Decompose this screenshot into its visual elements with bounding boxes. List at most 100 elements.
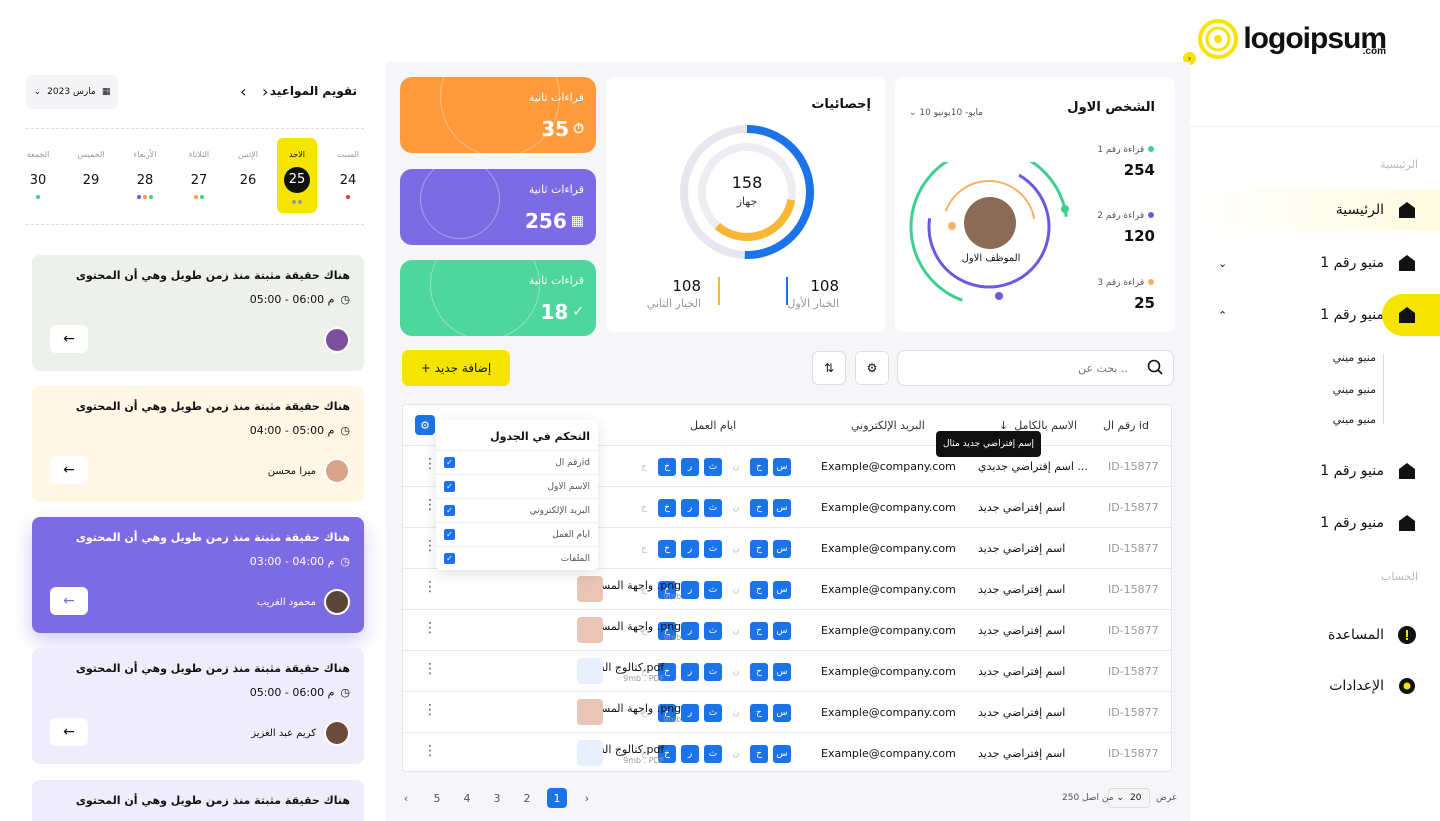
day-toggle[interactable]: س [773,458,791,476]
day-toggle[interactable]: ث [704,581,722,599]
day-toggle[interactable]: ن [727,581,745,599]
column-toggle[interactable]: ✓ الملفات [436,546,598,570]
column-toggle[interactable]: ✓ الاسم الاول [436,474,598,498]
day-toggle[interactable]: ر [681,499,699,517]
date-range-select[interactable]: ⌄ 10 مايو- 10يونيو [909,108,983,118]
day-toggle[interactable]: ر [681,581,699,599]
day-toggle[interactable]: ح [750,663,768,681]
more-options-icon[interactable]: ⋮ [423,620,437,636]
submenu-item[interactable]: منيو ميني [1333,383,1376,396]
day-toggle[interactable]: ح [750,540,768,558]
table-row[interactable]: ID-15877 اسم إفتراضي جديد Example@company.… [403,609,1171,650]
checkbox-icon[interactable]: ✓ [444,505,455,516]
appointment-card[interactable]: هناك حقيقة مثبتة منذ زمن طويل وهي أن الم… [32,648,364,764]
arrow-left-button[interactable]: ← [50,718,88,746]
day-toggle[interactable]: ح [750,581,768,599]
day-toggle[interactable]: ن [727,745,745,763]
search-box[interactable] [897,350,1174,386]
prev-page-icon[interactable]: ‹ [396,788,416,808]
sidebar-item-menu-3[interactable]: منيو رقم 1 [1190,450,1440,492]
appointment-card[interactable]: هناك حقيقة مثبتة منذ زمن طويل وهي أن الم… [32,780,364,821]
more-options-icon[interactable]: ⋮ [423,702,437,718]
appointment-card-active[interactable]: هناك حقيقة مثبتة منذ زمن طويل وهي أن الم… [32,517,364,633]
table-row[interactable]: ID-15877 اسم إفتراضي جديد Example@company.… [403,732,1171,773]
table-row[interactable]: ID-15877 اسم إفتراضي جديد Example@company.… [403,691,1171,732]
appointment-card[interactable]: هناك حقيقة مثبتة منذ زمن طويل وهي أن الم… [32,255,364,371]
submenu-item[interactable]: منيو ميني [1333,413,1376,426]
day-toggle[interactable]: س [773,663,791,681]
chevron-left-icon[interactable]: ‹ [240,82,246,101]
per-page-select[interactable]: ⌄ 20 [1108,788,1150,808]
col-header-days[interactable]: ايام العمل [690,405,736,445]
day-toggle[interactable]: ث [704,663,722,681]
checkbox-icon[interactable]: ✓ [444,553,455,564]
day-toggle[interactable]: ج [635,458,653,476]
day-toggle[interactable]: س [773,499,791,517]
day-toggle[interactable]: ر [681,622,699,640]
day-toggle[interactable]: ج [635,499,653,517]
chevron-right-icon[interactable]: › [262,82,268,101]
day-toggle[interactable]: ن [727,458,745,476]
day-toggle[interactable]: ث [704,499,722,517]
day-toggle[interactable]: ث [704,622,722,640]
day-toggle[interactable]: ر [681,745,699,763]
month-select[interactable]: ⌄ مارس 2023 ▦ [26,75,118,109]
arrow-left-button[interactable]: ← [50,456,88,484]
column-toggle[interactable]: ✓ البريد الإلكتروني [436,498,598,522]
day-toggle[interactable]: ح [750,704,768,722]
add-new-button[interactable]: + إضافة جديد [402,350,510,386]
more-options-icon[interactable]: ⋮ [423,538,437,554]
col-header-email[interactable]: البريد الإلكتروني [851,405,925,445]
page-button[interactable]: 2 [517,788,537,808]
sort-button[interactable]: ⇅ [812,351,846,385]
day-toggle[interactable]: ح [750,622,768,640]
day-toggle[interactable]: ن [727,540,745,558]
calendar-day[interactable]: الأربعاء 28 [125,150,165,202]
col-header-id[interactable]: رقم ال id [1103,405,1149,445]
calendar-day[interactable]: الخميس 29 [71,150,111,188]
day-toggle[interactable]: ح [750,745,768,763]
filter-button[interactable]: ⚙ [855,351,889,385]
page-button[interactable]: 3 [487,788,507,808]
page-button[interactable]: 4 [457,788,477,808]
table-settings-button[interactable]: ⚙ [415,415,435,435]
checkbox-icon[interactable]: ✓ [444,529,455,540]
more-options-icon[interactable]: ⋮ [423,661,437,677]
sidebar-item-settings[interactable]: الإعدادات [1190,665,1440,707]
calendar-day[interactable]: الثلاثاء 27 [179,150,219,202]
day-toggle[interactable]: س [773,745,791,763]
day-toggle[interactable]: س [773,581,791,599]
more-options-icon[interactable]: ⋮ [423,456,437,472]
day-toggle[interactable]: ث [704,458,722,476]
calendar-day[interactable]: السبت 24 [328,150,368,202]
day-toggle[interactable]: ن [727,663,745,681]
day-toggle[interactable]: س [773,540,791,558]
checkbox-icon[interactable]: ✓ [444,457,455,468]
page-button[interactable]: 1 [547,788,567,808]
day-toggle[interactable]: ج [635,540,653,558]
day-toggle[interactable]: خ [658,458,676,476]
day-toggle[interactable]: ح [750,499,768,517]
day-toggle[interactable]: س [773,704,791,722]
sidebar-item-home[interactable]: الرئيسية [1190,189,1440,231]
day-toggle[interactable]: ر [681,704,699,722]
checkbox-icon[interactable]: ✓ [444,481,455,492]
page-button[interactable]: 5 [427,788,447,808]
arrow-left-button[interactable]: ← [50,325,88,353]
day-toggle[interactable]: ث [704,704,722,722]
day-toggle[interactable]: ر [681,540,699,558]
table-row[interactable]: ID-15877 اسم إفتراضي جديد Example@company.… [403,568,1171,609]
day-toggle[interactable]: خ [658,540,676,558]
appointment-card[interactable]: هناك حقيقة مثبتة منذ زمن طويل وهي أن الم… [32,386,364,502]
day-toggle[interactable]: ث [704,540,722,558]
day-toggle[interactable]: ث [704,745,722,763]
day-toggle[interactable]: ن [727,622,745,640]
submenu-item[interactable]: منيو ميني [1333,351,1376,364]
calendar-day-selected[interactable]: الاحد 25 [277,150,317,207]
calendar-day[interactable]: الجمعة 30 [18,150,58,202]
next-page-icon[interactable]: › [577,788,597,808]
day-toggle[interactable]: ن [727,499,745,517]
more-options-icon[interactable]: ⋮ [423,743,437,759]
column-toggle[interactable]: ✓ ايام العمل [436,522,598,546]
sidebar-item-menu-2[interactable]: ⌃ منيو رقم 1 [1190,294,1440,336]
